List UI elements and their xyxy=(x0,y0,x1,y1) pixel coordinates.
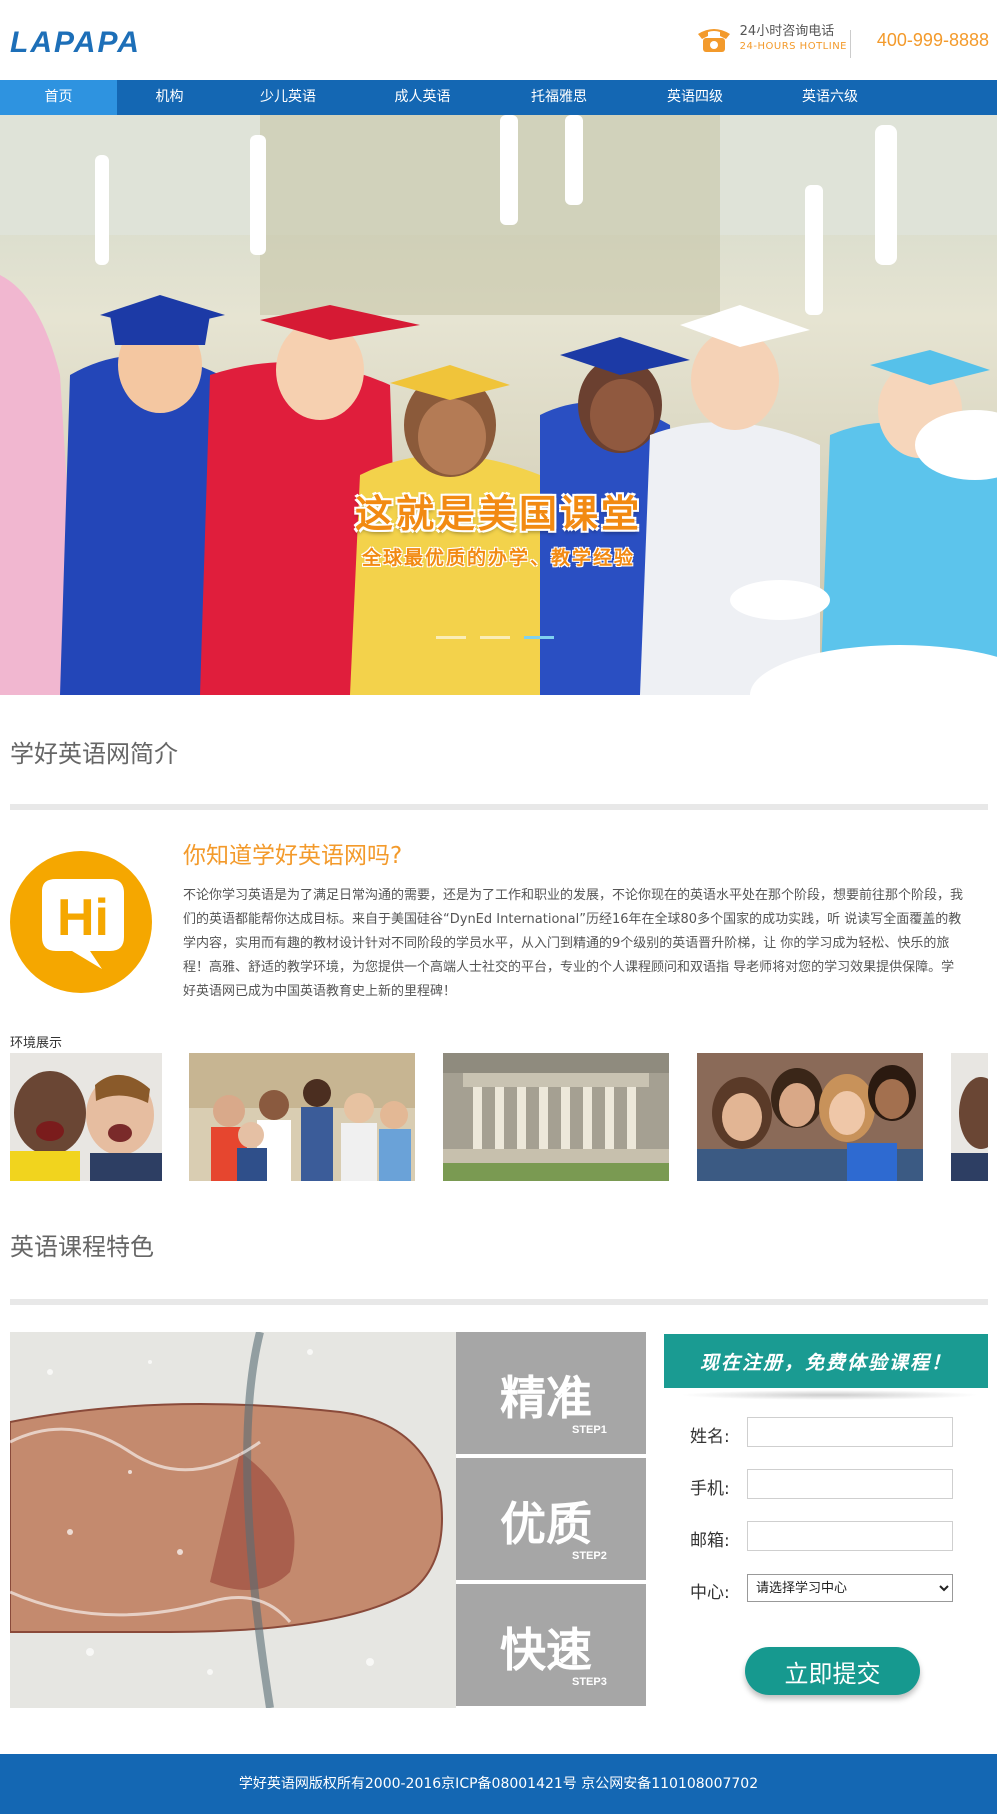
section-divider xyxy=(10,1299,988,1305)
hero-banner[interactable]: 这就是美国课堂 全球最优质的办学、教学经验 xyxy=(0,115,997,695)
feature-steps: 精准 STEP1 优质 STEP2 快速 STEP3 xyxy=(456,1332,646,1708)
feature-step-3: 快速 STEP3 xyxy=(456,1584,646,1708)
intro-body: 不论你学习英语是为了满足日常沟通的需要，还是为了工作和职业的发展，不论你现在的英… xyxy=(183,888,964,999)
hero-subtitle: 全球最优质的办学、教学经验 xyxy=(361,547,635,569)
register-banner-shadow xyxy=(680,1390,980,1400)
hotline-number: 400-999-8888 xyxy=(876,30,989,50)
environment-gallery xyxy=(10,1053,988,1183)
step-title: 精准 xyxy=(500,1371,592,1425)
email-label: 邮箱: xyxy=(690,1531,730,1551)
hotline-block: 24小时咨询电话 24-HOURS HOTLINE xyxy=(694,24,847,54)
hi-badge-icon: Hi xyxy=(10,851,152,993)
phone-field[interactable] xyxy=(747,1469,953,1499)
feature-step-1: 精准 STEP1 xyxy=(456,1332,646,1456)
nav-item-home[interactable]: 首页 xyxy=(0,80,117,115)
gallery-image-students[interactable] xyxy=(189,1053,415,1181)
nav-item-adult-english[interactable]: 成人英语 xyxy=(354,80,491,115)
phone-label: 手机: xyxy=(690,1479,730,1499)
site-footer: 学好英语网版权所有2000-2016京ICP备08001421号 京公网安备11… xyxy=(0,1754,997,1814)
environment-label: 环境展示 xyxy=(10,1036,63,1051)
carousel-dot-active[interactable] xyxy=(524,636,554,639)
nav-item-institution[interactable]: 机构 xyxy=(117,80,222,115)
footer-copyright: 学好英语网版权所有2000-2016京ICP备08001421号 京公网安备11… xyxy=(238,1776,759,1792)
phone-icon xyxy=(697,29,730,52)
section-divider xyxy=(10,804,988,810)
hi-badge-text: Hi xyxy=(57,889,109,947)
hero-graduates-illustration xyxy=(0,115,997,695)
site-logo[interactable]: LAPAPA xyxy=(10,26,141,60)
carousel-dots xyxy=(436,636,554,639)
intro-section-title: 学好英语网简介 xyxy=(10,740,178,768)
feature-step-2: 优质 STEP2 xyxy=(456,1458,646,1582)
hotline-divider xyxy=(850,30,851,58)
gallery-image-campus[interactable] xyxy=(443,1053,669,1181)
intro-heading: 你知道学好英语网吗? xyxy=(183,843,403,869)
submit-button[interactable]: 立即提交 xyxy=(745,1647,920,1695)
step-label: STEP1 xyxy=(572,1424,607,1436)
gallery-image-partial[interactable] xyxy=(951,1053,988,1181)
step-label: STEP3 xyxy=(572,1676,607,1688)
nav-item-cet6[interactable]: 英语六级 xyxy=(763,80,897,115)
hero-title: 这就是美国课堂 xyxy=(354,492,642,536)
main-nav: 首页 机构 少儿英语 成人英语 托福雅思 英语四级 英语六级 xyxy=(0,80,997,115)
hotline-label: 24小时咨询电话 xyxy=(739,24,835,39)
feature-fist-water-image xyxy=(10,1332,456,1708)
step-title: 优质 xyxy=(500,1497,592,1551)
step-label: STEP2 xyxy=(572,1550,607,1562)
carousel-dot[interactable] xyxy=(436,636,466,639)
hotline-label-en: 24-HOURS HOTLINE xyxy=(739,41,847,52)
nav-item-cet4[interactable]: 英语四级 xyxy=(627,80,763,115)
carousel-dot[interactable] xyxy=(480,636,510,639)
nav-item-kids-english[interactable]: 少儿英语 xyxy=(222,80,354,115)
nav-item-toefl-ielts[interactable]: 托福雅思 xyxy=(491,80,627,115)
features-section-title: 英语课程特色 xyxy=(10,1233,154,1261)
gallery-image-kids[interactable] xyxy=(10,1053,162,1181)
register-banner-text: 现在注册，免费体验课程！ xyxy=(699,1352,952,1374)
name-label: 姓名: xyxy=(690,1427,730,1447)
name-field[interactable] xyxy=(747,1417,953,1447)
center-select[interactable]: 请选择学习中心 xyxy=(747,1574,953,1602)
center-label: 中心: xyxy=(690,1583,730,1603)
email-field[interactable] xyxy=(747,1521,953,1551)
gallery-image-friends[interactable] xyxy=(697,1053,923,1181)
step-title: 快速 xyxy=(500,1623,592,1677)
site-header: LAPAPA 24小时咨询电话 24-HOURS HOTLINE 400-999… xyxy=(0,0,997,80)
